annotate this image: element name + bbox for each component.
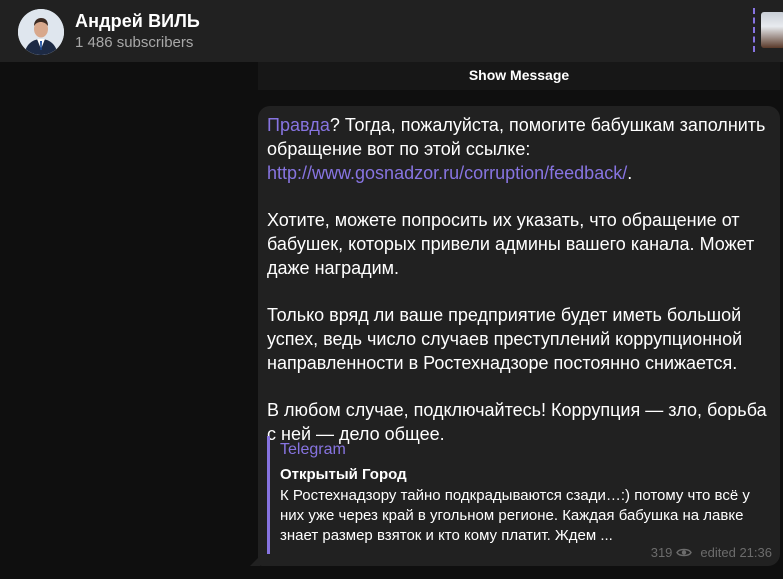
view-count: 319: [650, 545, 673, 560]
subscriber-count: 1 486 subscribers: [75, 34, 194, 51]
eye-icon: [676, 548, 693, 557]
pinned-image: [761, 12, 783, 48]
paragraph-text: .: [627, 163, 633, 183]
pravda-link[interactable]: Правда: [267, 115, 330, 135]
message-text: Правда? Тогда, пожалуйста, помогите бабу…: [267, 113, 770, 446]
bubble-tail: [250, 556, 260, 566]
gosnadzor-url-link[interactable]: http://www.gosnadzor.ru/corruption/feedb…: [267, 163, 627, 183]
edited-timestamp: edited 21:36: [700, 545, 772, 560]
preview-description: К Ростехнадзору тайно подкрадываются сза…: [280, 487, 750, 544]
chat-header: Андрей ВИЛЬ 1 486 subscribers: [0, 0, 783, 62]
channel-avatar[interactable]: [18, 9, 64, 55]
channel-title[interactable]: Андрей ВИЛЬ: [75, 11, 200, 32]
message-paragraph: Только вряд ли ваше предприятие будет им…: [267, 305, 743, 373]
pinned-message-thumbnail[interactable]: [753, 8, 783, 52]
show-message-button[interactable]: Show Message: [258, 62, 780, 90]
message-bubble: Правда? Тогда, пожалуйста, помогите бабу…: [258, 106, 780, 566]
preview-title: Открытый Город: [280, 466, 407, 483]
message-paragraph: Правда? Тогда, пожалуйста, помогите бабу…: [267, 113, 770, 185]
paragraph-text: ? Тогда, пожалуйста, помогите бабушкам з…: [267, 115, 766, 159]
link-preview[interactable]: Telegram Открытый Город К Ростехнадзору …: [267, 436, 770, 554]
preview-site-name: Telegram: [280, 441, 346, 458]
message-meta: 319 edited 21:36: [651, 545, 772, 560]
message-paragraph: Хотите, можете попросить их указать, что…: [267, 210, 755, 278]
